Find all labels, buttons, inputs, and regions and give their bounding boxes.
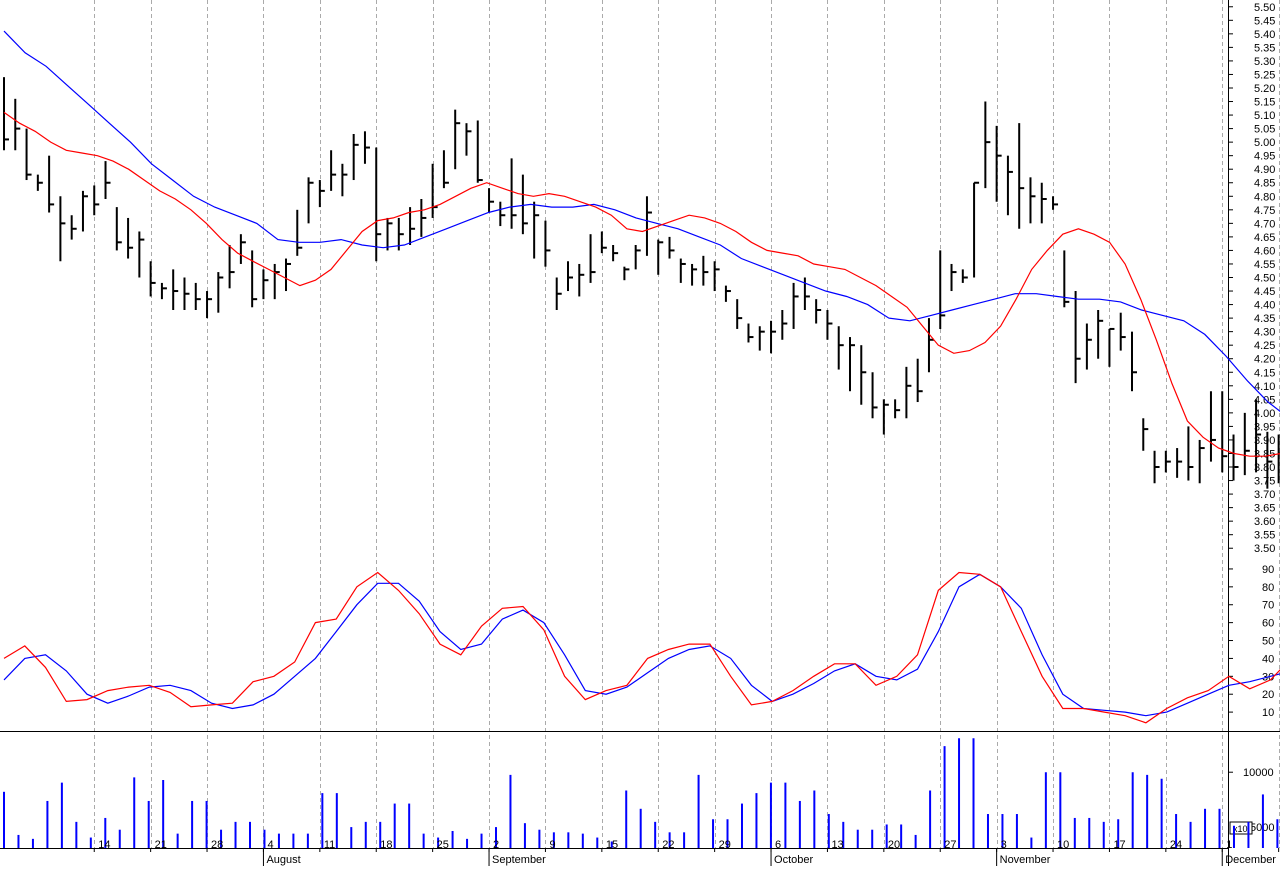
volume-tick-label: 10000	[1243, 767, 1274, 779]
price-tick-label: 3.65	[1254, 503, 1275, 515]
price-tick-label: 4.30	[1254, 327, 1275, 339]
month-label: October	[774, 854, 813, 866]
price-tick-label: 5.45	[1254, 15, 1275, 27]
price-tick-label: 4.65	[1254, 232, 1275, 244]
chart-canvas: 3.503.553.603.653.703.753.803.853.903.95…	[0, 0, 1280, 866]
price-tick-label: 3.50	[1254, 543, 1275, 555]
price-tick-label: 5.35	[1254, 42, 1275, 54]
stochastic-k-line	[3, 571, 1280, 724]
stoch-tick-label: 80	[1262, 582, 1274, 594]
x-tick-label: 22	[662, 839, 674, 851]
x-tick-label: 28	[211, 839, 223, 851]
volume-multiplier-label: x10	[1233, 824, 1248, 834]
x-tick-label: 25	[437, 839, 449, 851]
price-tick-label: 5.20	[1254, 83, 1275, 95]
price-tick-label: 5.15	[1254, 97, 1275, 109]
x-tick-label: 9	[549, 839, 555, 851]
price-tick-label: 4.95	[1254, 151, 1275, 163]
stoch-tick-label: 70	[1262, 600, 1274, 612]
x-tick-label: 21	[155, 839, 167, 851]
price-tick-label: 4.20	[1254, 354, 1275, 366]
price-tick-label: 3.70	[1254, 489, 1275, 501]
price-tick-label: 4.90	[1254, 164, 1275, 176]
stock-chart: 3.50 3.55 3.60 3.65 3.70 3.75 3.80 3.85 3.90 3.95…	[0, 0, 1280, 866]
x-tick-label: 15	[606, 839, 618, 851]
x-tick-label: 27	[944, 839, 956, 851]
x-tick-label: 13	[831, 839, 843, 851]
price-tick-label: 4.85	[1254, 178, 1275, 190]
price-tick-label: 3.90	[1254, 435, 1275, 447]
x-tick-label: 1	[1226, 839, 1232, 851]
price-tick-label: 4.00	[1254, 408, 1275, 420]
x-tick-label: 4	[267, 839, 273, 851]
price-tick-label: 5.05	[1254, 124, 1275, 136]
price-tick-label: 5.30	[1254, 56, 1275, 68]
stochastic-d-line	[3, 573, 1280, 717]
price-tick-label: 3.80	[1254, 462, 1275, 474]
month-label: September	[492, 854, 546, 866]
stoch-tick-label: 10	[1262, 707, 1274, 719]
price-tick-label: 4.50	[1254, 273, 1275, 285]
x-tick-label: 17	[1113, 839, 1125, 851]
slow-moving-average-line	[3, 30, 1280, 413]
stoch-tick-label: 90	[1262, 564, 1274, 576]
x-tick-label: 29	[719, 839, 731, 851]
price-tick-label: 4.15	[1254, 367, 1275, 379]
price-tick-label: 4.55	[1254, 259, 1275, 271]
month-label: December	[1225, 854, 1276, 866]
price-tick-label: 4.60	[1254, 245, 1275, 257]
price-tick-label: 5.10	[1254, 110, 1275, 122]
price-tick-label: 4.35	[1254, 313, 1275, 325]
price-tick-label: 4.80	[1254, 191, 1275, 203]
stoch-tick-label: 50	[1262, 636, 1274, 648]
price-tick-label: 3.60	[1254, 516, 1275, 528]
x-tick-label: 14	[98, 839, 110, 851]
stoch-tick-label: 40	[1262, 653, 1274, 665]
x-tick-label: 20	[888, 839, 900, 851]
x-tick-label: 11	[324, 839, 335, 851]
x-tick-label: 24	[1170, 839, 1182, 851]
price-tick-label: 3.55	[1254, 530, 1275, 542]
price-tick-label: 4.25	[1254, 340, 1275, 352]
price-tick-label: 4.45	[1254, 286, 1275, 298]
price-tick-label: 4.40	[1254, 300, 1275, 312]
price-tick-label: 3.75	[1254, 476, 1275, 488]
x-tick-label: 2	[493, 839, 499, 851]
x-tick-label: 6	[775, 839, 781, 851]
price-tick-label: 5.00	[1254, 137, 1275, 149]
stoch-tick-label: 20	[1262, 689, 1274, 701]
price-tick-label: 5.50	[1254, 2, 1275, 14]
price-tick-label: 4.70	[1254, 218, 1275, 230]
stoch-tick-label: 60	[1262, 618, 1274, 630]
price-tick-label: 5.40	[1254, 29, 1275, 41]
price-tick-label: 5.25	[1254, 69, 1275, 81]
month-label: August	[266, 854, 300, 866]
x-tick-label: 18	[380, 839, 392, 851]
price-tick-label: 4.75	[1254, 205, 1275, 217]
x-tick-label: 10	[1057, 839, 1069, 851]
price-tick-label: 3.95	[1254, 421, 1275, 433]
month-label: November	[1000, 854, 1051, 866]
x-tick-label: 3	[1001, 839, 1007, 851]
